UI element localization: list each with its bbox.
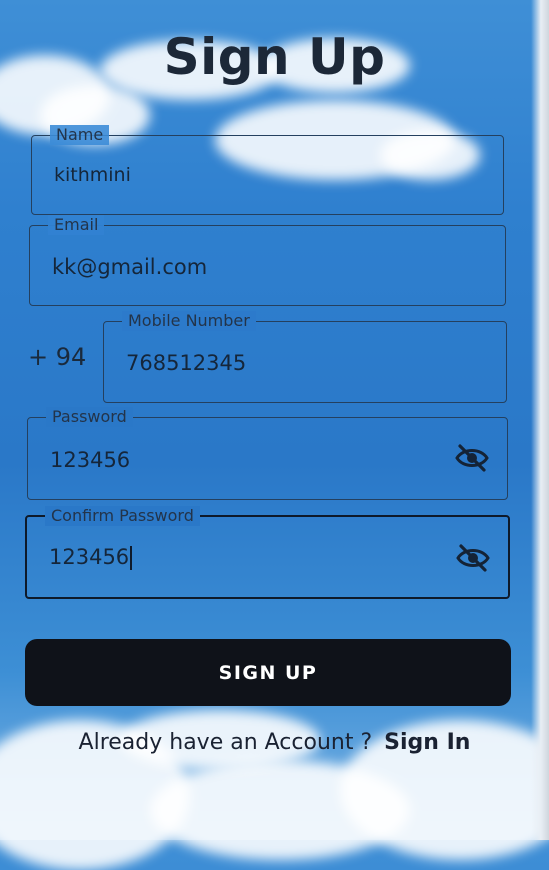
signup-button[interactable]: SIGN UP bbox=[25, 639, 511, 706]
signin-prompt: Already have an Account ? Sign In bbox=[0, 730, 549, 755]
password-field[interactable]: Password 123456 bbox=[27, 407, 508, 500]
eye-off-icon[interactable] bbox=[456, 544, 490, 572]
email-field[interactable]: Email kk@gmail.com bbox=[29, 215, 506, 306]
text-cursor bbox=[130, 546, 133, 570]
account-prompt-text: Already have an Account ? bbox=[78, 730, 373, 755]
name-value: kithmini bbox=[54, 164, 131, 186]
mobile-number-field[interactable]: Mobile Number 768512345 bbox=[103, 311, 507, 403]
password-label: Password bbox=[46, 407, 133, 427]
email-label: Email bbox=[48, 215, 105, 235]
eye-off-icon[interactable] bbox=[455, 444, 489, 472]
signin-link[interactable]: Sign In bbox=[384, 730, 470, 755]
confirm-password-value: 123456 bbox=[49, 545, 133, 570]
confirm-password-field[interactable]: Confirm Password 123456 bbox=[25, 506, 510, 599]
country-code-prefix[interactable]: + 94 bbox=[28, 343, 86, 371]
name-field[interactable]: Name kithmini bbox=[31, 125, 504, 215]
mobile-number-value: 768512345 bbox=[126, 351, 247, 375]
password-value: 123456 bbox=[50, 448, 131, 472]
page-title: Sign Up bbox=[163, 28, 386, 86]
email-value: kk@gmail.com bbox=[52, 255, 208, 279]
name-label: Name bbox=[50, 125, 110, 145]
confirm-password-label: Confirm Password bbox=[45, 506, 200, 526]
device-frame-edge bbox=[531, 0, 549, 840]
mobile-number-label: Mobile Number bbox=[122, 311, 256, 331]
